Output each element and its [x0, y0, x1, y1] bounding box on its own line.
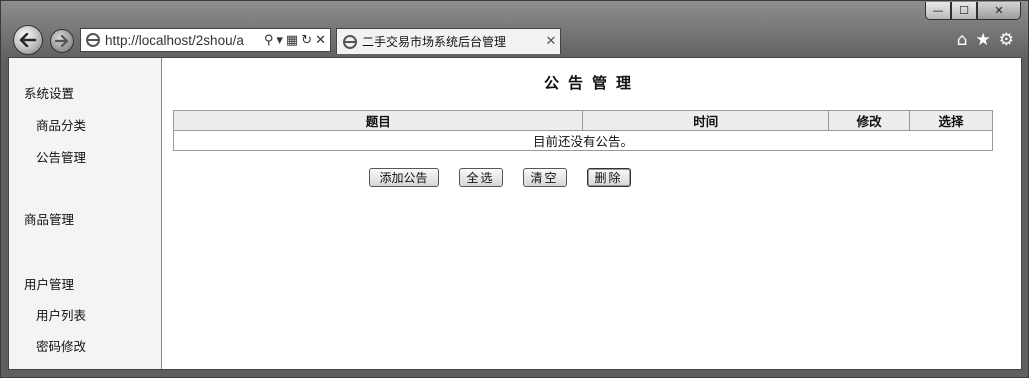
sidebar-item-password[interactable]: 密码修改	[36, 336, 86, 355]
forward-button[interactable]	[50, 29, 74, 53]
stop-icon[interactable]: ✕	[315, 33, 326, 48]
sidebar: 系统设置 商品分类 公告管理 商品管理 用户管理 用户列表 密码修改	[9, 58, 162, 369]
browser-command-icons: ⌂ ★ ⚙	[957, 30, 1014, 50]
browser-tab[interactable]: 二手交易市场系统后台管理 ✕	[336, 28, 561, 54]
action-buttons: 添加公告 全选 清空 删除	[163, 168, 1021, 187]
sidebar-section-goods[interactable]: 商品管理	[24, 209, 74, 228]
close-window-button[interactable]: ✕	[977, 2, 1021, 20]
dropdown-icon[interactable]: ▾	[276, 33, 283, 48]
tab-title: 二手交易市场系统后台管理	[362, 35, 507, 49]
main-panel: 公告管理 题目 时间 修改 选择 目前还没有公告。 添加公告 全选 清空 删除	[163, 58, 1021, 369]
compat-icon[interactable]: ▦	[286, 33, 298, 48]
table-header-row: 题目 时间 修改 选择	[172, 110, 993, 131]
add-notice-button[interactable]: 添加公告	[368, 168, 439, 187]
column-edit: 修改	[828, 110, 911, 131]
column-select: 选择	[909, 110, 993, 131]
sidebar-item-notice[interactable]: 公告管理	[36, 147, 86, 166]
sidebar-section-system[interactable]: 系统设置	[24, 83, 74, 102]
ie-icon	[86, 33, 100, 47]
clear-button[interactable]: 清空	[522, 168, 567, 187]
caption-buttons: — ☐ ✕	[925, 2, 1021, 20]
address-url[interactable]: http://localhost/2shou/a	[105, 33, 264, 48]
tab-close-icon[interactable]: ✕	[542, 34, 560, 49]
column-time: 时间	[582, 110, 830, 131]
table-row: 目前还没有公告。	[173, 130, 993, 151]
search-icon[interactable]: ⚲	[264, 33, 274, 48]
address-bar[interactable]: http://localhost/2shou/a ⚲ ▾ ▦ ↻ ✕	[80, 28, 331, 52]
delete-button[interactable]: 删除	[586, 168, 631, 187]
settings-icon[interactable]: ⚙	[999, 30, 1014, 50]
back-button[interactable]	[13, 25, 43, 55]
empty-message: 目前还没有公告。	[173, 130, 993, 151]
browser-window: — ☐ ✕ http://localhost/2shou/a ⚲ ▾ ▦ ↻ ✕	[0, 0, 1029, 378]
favorites-icon[interactable]: ★	[976, 30, 991, 50]
select-all-button[interactable]: 全选	[458, 168, 503, 187]
page-content: 系统设置 商品分类 公告管理 商品管理 用户管理 用户列表 密码修改 公告管理 …	[8, 57, 1022, 370]
sidebar-item-user-list[interactable]: 用户列表	[36, 305, 86, 324]
minimize-button[interactable]: —	[925, 2, 951, 20]
address-tools: ⚲ ▾ ▦ ↻ ✕	[264, 33, 330, 48]
refresh-icon[interactable]: ↻	[301, 33, 312, 48]
home-icon[interactable]: ⌂	[957, 30, 968, 50]
ie-icon	[343, 34, 357, 49]
column-title: 题目	[172, 110, 584, 131]
sidebar-item-category[interactable]: 商品分类	[36, 115, 86, 134]
page-title: 公告管理	[543, 74, 640, 92]
notice-table: 题目 时间 修改 选择 目前还没有公告。	[172, 110, 993, 151]
forward-icon	[55, 35, 69, 47]
back-icon	[19, 33, 37, 47]
maximize-button[interactable]: ☐	[951, 2, 977, 20]
sidebar-section-users[interactable]: 用户管理	[24, 274, 74, 293]
